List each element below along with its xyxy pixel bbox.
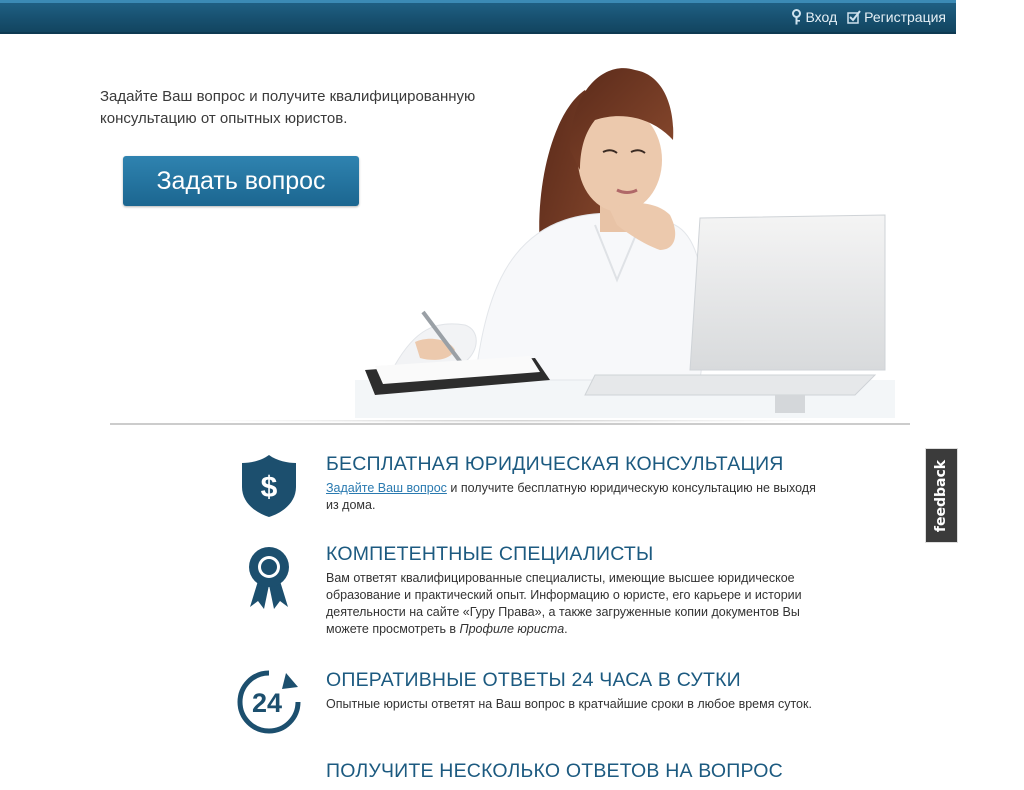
feature-title: БЕСПЛАТНАЯ ЮРИДИЧЕСКАЯ КОНСУЛЬТАЦИЯ [326, 453, 784, 475]
feature-description: Вам ответят квалифицированные специалист… [326, 570, 816, 638]
account-links: Вход Регистрация [791, 9, 946, 25]
dollar-shield-icon: $ [242, 455, 296, 517]
feature-title: ОПЕРАТИВНЫЕ ОТВЕТЫ 24 ЧАСА В СУТКИ [326, 669, 741, 691]
feature-description: Задайте Ваш вопрос и получите бесплатную… [326, 480, 816, 514]
ask-question-button[interactable]: Задать вопрос [123, 156, 359, 206]
award-ribbon-icon [249, 547, 289, 609]
checkbox-icon [847, 10, 861, 24]
lawyer-profile-text: Профиле юриста [459, 622, 565, 636]
feedback-tab[interactable]: feedback [925, 448, 958, 543]
feature-title: КОМПЕТЕНТНЫЕ СПЕЦИАЛИСТЫ [326, 543, 654, 565]
feature-title: ПОЛУЧИТЕ НЕСКОЛЬКО ОТВЕТОВ НА ВОПРОС [326, 760, 783, 782]
24-hours-icon: 24 [237, 670, 301, 734]
section-divider [110, 420, 910, 430]
feedback-label: feedback [933, 459, 950, 532]
ask-question-link[interactable]: Задайте Ваш вопрос [326, 481, 447, 495]
key-icon [792, 9, 802, 25]
feature-free-consultation: $ БЕСПЛАТНАЯ ЮРИДИЧЕСКАЯ КОНСУЛЬТАЦИЯ За… [236, 453, 836, 523]
login-link[interactable]: Вход [791, 9, 837, 25]
feature-multiple-answers: ПОЛУЧИТЕ НЕСКОЛЬКО ОТВЕТОВ НА ВОПРОС [236, 760, 836, 790]
feature-description-end: . [564, 622, 568, 636]
svg-text:24: 24 [252, 688, 282, 718]
hero-photo-woman-laptop [355, 68, 895, 418]
login-label: Вход [805, 9, 838, 25]
register-link[interactable]: Регистрация [847, 9, 946, 25]
top-navigation-bar: Вход Регистрация [0, 0, 956, 34]
feature-competent-specialists: КОМПЕТЕНТНЫЕ СПЕЦИАЛИСТЫ Вам ответят ква… [236, 543, 836, 643]
feature-description: Опытные юристы ответят на Ваш вопрос в к… [326, 697, 812, 711]
register-label: Регистрация [864, 9, 946, 25]
svg-text:$: $ [261, 471, 278, 504]
feature-24h-answers: 24 ОПЕРАТИВНЫЕ ОТВЕТЫ 24 ЧАСА В СУТКИ Оп… [236, 669, 836, 739]
